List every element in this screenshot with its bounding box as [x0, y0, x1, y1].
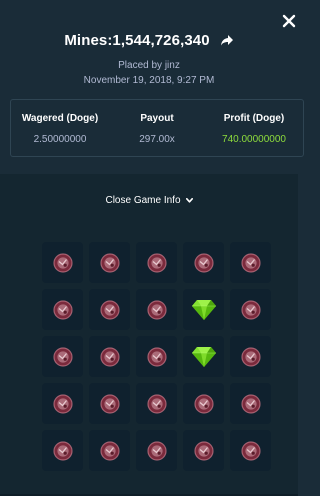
tile-mine	[89, 430, 130, 471]
stats-box: Wagered (Doge) 2.50000000 Payout 297.00x…	[10, 99, 304, 157]
mine-icon	[240, 346, 261, 367]
tile-gem	[183, 336, 224, 377]
mine-icon	[52, 346, 73, 367]
tile-mine	[230, 289, 271, 330]
stat-label: Wagered (Doge)	[21, 113, 99, 124]
mine-icon	[99, 252, 120, 273]
gem-icon	[190, 345, 218, 369]
stat-value: 2.50000000	[33, 134, 87, 145]
mine-icon	[240, 440, 261, 461]
mine-icon	[52, 393, 73, 414]
mine-icon	[52, 440, 73, 461]
mine-icon	[52, 299, 73, 320]
game-info-panel: Mines:1,544,726,340 Placed by jinz Novem…	[0, 0, 304, 174]
tile-mine	[230, 383, 271, 424]
stat-payout: Payout 297.00x	[109, 100, 205, 158]
tile-gem	[183, 289, 224, 330]
mine-icon	[146, 252, 167, 273]
mines-board	[42, 242, 271, 471]
game-title: Mines:1,544,726,340	[64, 31, 210, 49]
bet-date: November 19, 2018, 9:27 PM	[83, 75, 215, 86]
tile-mine	[42, 289, 83, 330]
tile-mine	[42, 242, 83, 283]
share-icon[interactable]	[220, 34, 234, 47]
tile-mine	[89, 242, 130, 283]
mine-icon	[146, 440, 167, 461]
stat-label: Payout	[140, 113, 174, 124]
tile-mine	[89, 383, 130, 424]
tile-mine	[183, 242, 224, 283]
mine-icon	[240, 299, 261, 320]
stat-profit: Profit (Doge) 740.00000000	[205, 100, 303, 158]
chevron-down-icon	[185, 197, 193, 203]
tile-mine	[183, 383, 224, 424]
mine-icon	[99, 393, 120, 414]
tile-mine	[136, 289, 177, 330]
mine-icon	[240, 393, 261, 414]
mine-icon	[146, 299, 167, 320]
mine-icon	[99, 440, 120, 461]
tile-mine	[136, 430, 177, 471]
mine-icon	[193, 440, 214, 461]
tile-mine	[42, 336, 83, 377]
placed-by: Placed by jinz	[118, 60, 180, 71]
close-game-info-label: Close Game Info	[105, 194, 181, 206]
close-icon[interactable]	[282, 14, 296, 28]
title-row: Mines:1,544,726,340	[0, 30, 298, 50]
mine-icon	[99, 346, 120, 367]
mine-icon	[193, 393, 214, 414]
tile-mine	[89, 336, 130, 377]
mine-icon	[146, 393, 167, 414]
tile-mine	[136, 383, 177, 424]
mine-icon	[240, 252, 261, 273]
tile-mine	[136, 336, 177, 377]
mine-icon	[52, 252, 73, 273]
stat-label: Profit (Doge)	[223, 113, 285, 124]
board-area: Close Game Info	[0, 174, 298, 496]
tile-mine	[89, 289, 130, 330]
stat-wagered: Wagered (Doge) 2.50000000	[11, 100, 109, 158]
tile-mine	[230, 430, 271, 471]
mine-icon	[146, 346, 167, 367]
gem-icon	[190, 298, 218, 322]
stat-value: 740.00000000	[222, 134, 286, 145]
tile-mine	[136, 242, 177, 283]
tile-mine	[230, 336, 271, 377]
tile-mine	[183, 430, 224, 471]
close-game-info-button[interactable]: Close Game Info	[0, 193, 298, 207]
tile-mine	[230, 242, 271, 283]
mine-icon	[193, 252, 214, 273]
mine-icon	[99, 299, 120, 320]
stat-value: 297.00x	[139, 134, 175, 145]
tile-mine	[42, 430, 83, 471]
tile-mine	[42, 383, 83, 424]
